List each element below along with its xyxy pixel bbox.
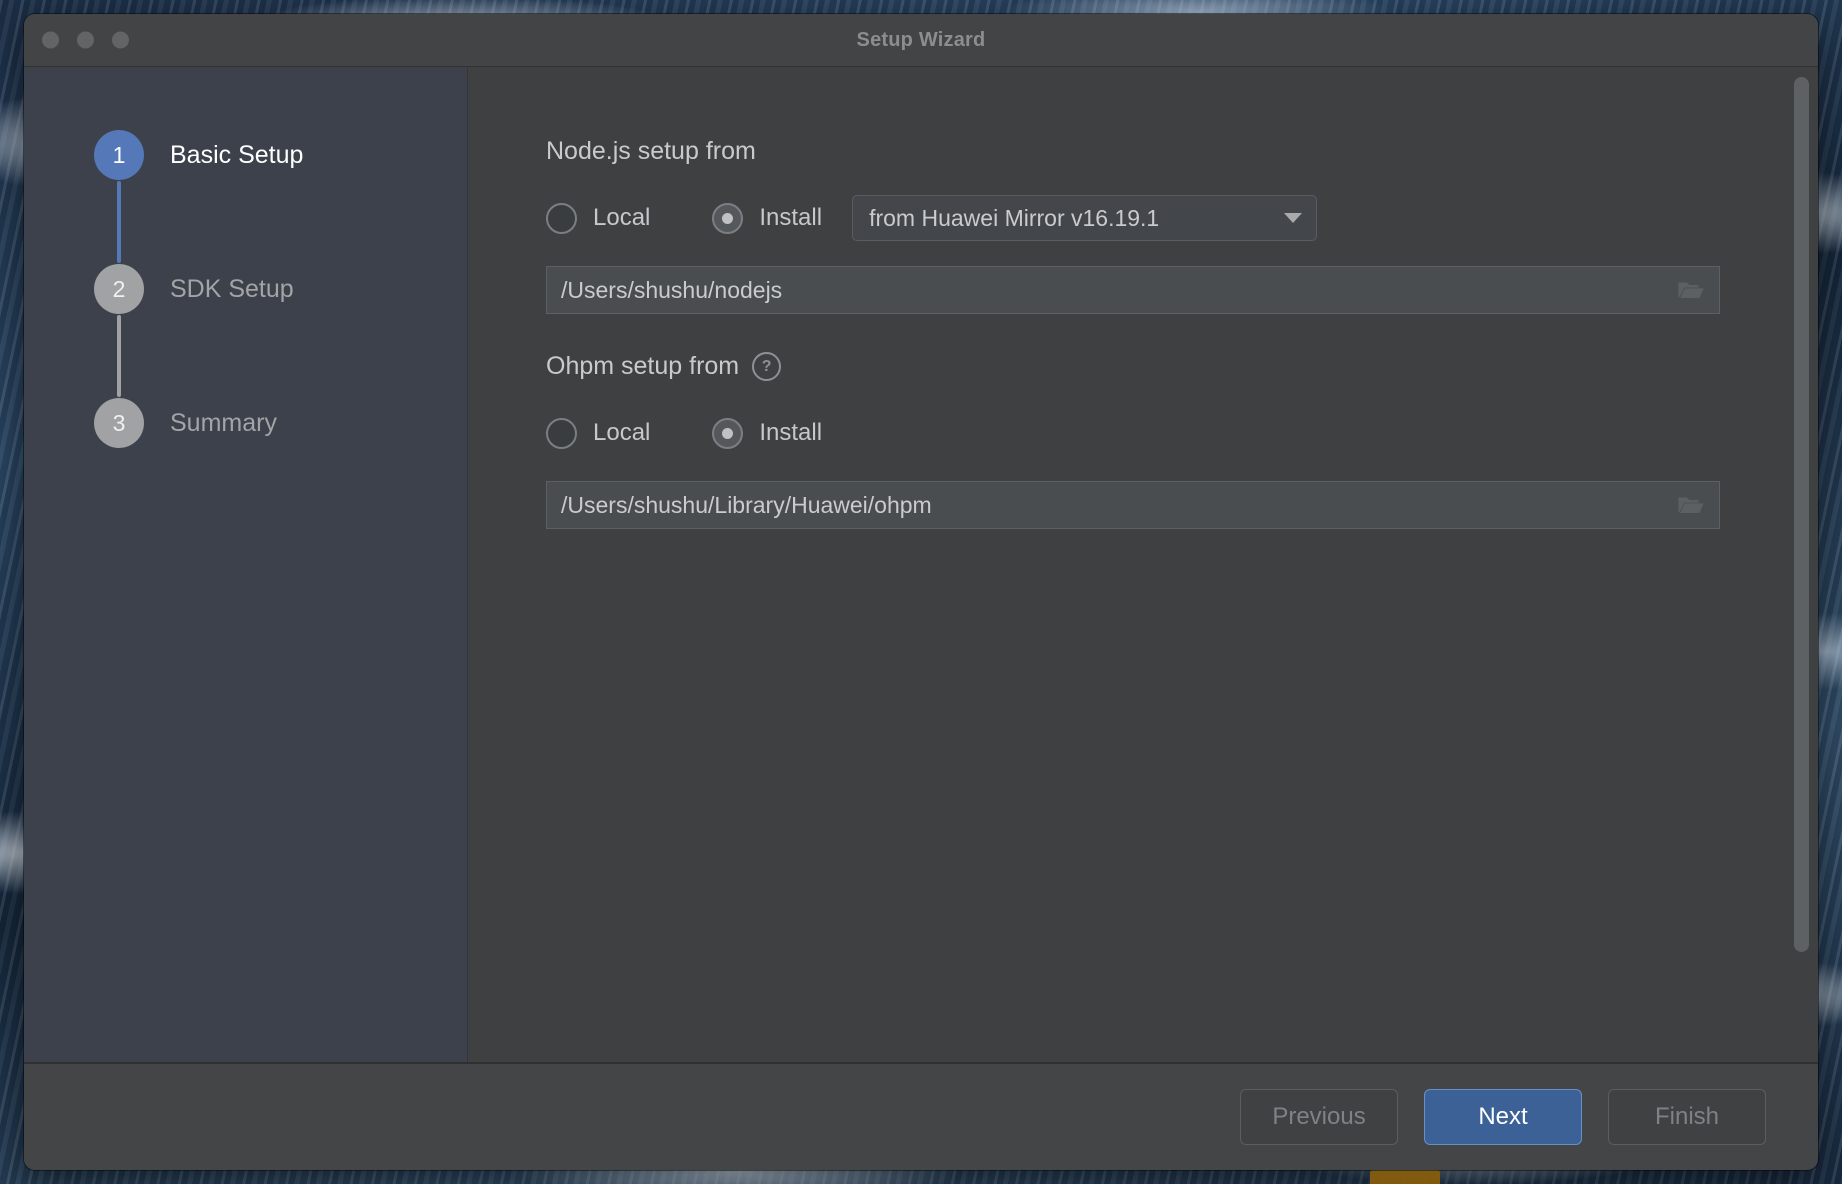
nodejs-install-label: Install (759, 204, 823, 231)
sidebar-step-sdk-setup[interactable]: 2 SDK Setup (24, 263, 467, 315)
ohpm-path-field-row (546, 481, 1720, 529)
sidebar-step-basic-setup[interactable]: 1 Basic Setup (24, 129, 467, 181)
step-number-1: 1 (94, 130, 144, 180)
traffic-light-buttons (42, 31, 129, 49)
wizard-step-sidebar: 1 Basic Setup 2 SDK Setup 3 Summary (24, 67, 468, 1062)
nodejs-local-label: Local (593, 204, 651, 231)
nodejs-browse-folder-button[interactable] (1663, 267, 1719, 313)
ohpm-install-radio[interactable]: Install (712, 417, 823, 449)
nodejs-section-title-text: Node.js setup from (546, 137, 756, 165)
nodejs-source-radio-group: Local Install from Huawei Mirror v16.19.… (546, 195, 1818, 241)
next-button[interactable]: Next (1424, 1089, 1582, 1145)
step-connector-1-2 (117, 181, 121, 263)
folder-open-icon (1678, 497, 1704, 513)
ohpm-browse-folder-button[interactable] (1663, 482, 1719, 528)
step-label-sdk-setup: SDK Setup (170, 274, 294, 303)
radio-unchecked-icon (546, 202, 577, 234)
previous-button[interactable]: Previous (1240, 1089, 1398, 1145)
radio-checked-icon (712, 417, 744, 449)
wizard-footer: Previous Next Finish (24, 1063, 1818, 1170)
step-label-summary: Summary (170, 408, 277, 437)
ohpm-install-label: Install (759, 419, 823, 446)
radio-unchecked-icon (546, 417, 577, 449)
radio-checked-icon (712, 202, 744, 234)
step-label-basic-setup: Basic Setup (170, 140, 304, 169)
dock-item-hint (1370, 1170, 1440, 1184)
ohpm-section-title: Ohpm setup from ? (546, 352, 1818, 381)
ohpm-local-label: Local (593, 419, 651, 446)
setup-wizard-window: Setup Wizard 1 Basic Setup 2 SDK Setup 3… (24, 14, 1818, 1170)
close-window-button[interactable] (42, 31, 59, 49)
nodejs-path-field-row (546, 266, 1720, 314)
window-titlebar: Setup Wizard (24, 14, 1818, 67)
zoom-window-button[interactable] (112, 31, 129, 49)
folder-open-icon (1678, 282, 1704, 298)
ohpm-local-radio[interactable]: Local (546, 417, 651, 449)
content-scrollbar-thumb[interactable] (1794, 77, 1809, 952)
finish-button[interactable]: Finish (1608, 1089, 1766, 1145)
chevron-down-icon (1284, 213, 1303, 223)
ohpm-path-input[interactable] (547, 490, 1663, 520)
nodejs-path-input[interactable] (547, 275, 1663, 305)
window-title: Setup Wizard (856, 28, 986, 51)
ohpm-source-radio-group: Local Install (546, 411, 1818, 455)
content-scrollbar-track[interactable] (1794, 77, 1809, 1052)
ohpm-section-title-text: Ohpm setup from (546, 352, 740, 380)
step-number-3: 3 (94, 398, 144, 448)
nodejs-mirror-value: from Huawei Mirror v16.19.1 (869, 204, 1160, 231)
wizard-content-pane: Node.js setup from Local Install from Hu… (468, 67, 1818, 1062)
nodejs-install-radio[interactable]: Install (712, 202, 823, 234)
wizard-body: 1 Basic Setup 2 SDK Setup 3 Summary Node… (24, 67, 1818, 1063)
nodejs-section-title: Node.js setup from (546, 137, 1818, 166)
sidebar-step-summary[interactable]: 3 Summary (24, 397, 467, 449)
nodejs-mirror-dropdown[interactable]: from Huawei Mirror v16.19.1 (852, 195, 1318, 241)
minimize-window-button[interactable] (77, 31, 94, 49)
help-circle-icon[interactable]: ? (752, 352, 782, 381)
step-number-2: 2 (94, 264, 144, 314)
nodejs-local-radio[interactable]: Local (546, 202, 651, 234)
step-connector-2-3 (117, 315, 121, 397)
